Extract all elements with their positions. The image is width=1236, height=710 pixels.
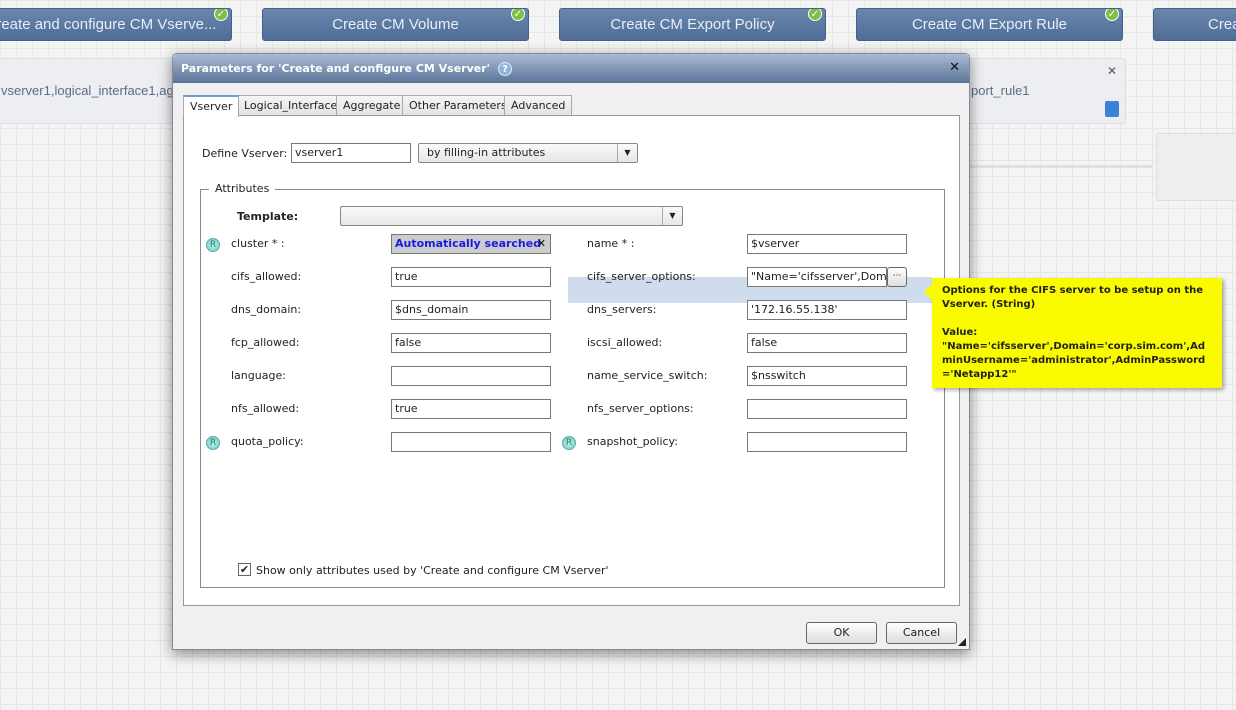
- field-input[interactable]: true: [391, 267, 551, 287]
- workflow-step-create-export-rule[interactable]: Create CM Export Rule ✓: [856, 8, 1123, 41]
- field-label: quota_policy:: [231, 435, 304, 448]
- done-check-icon: ✓: [808, 9, 822, 21]
- show-only-checkbox[interactable]: ✔: [238, 563, 251, 576]
- remove-icon[interactable]: ✕: [1107, 64, 1117, 78]
- field-label: cifs_server_options:: [587, 270, 696, 283]
- dialog-title-bar: Parameters for 'Create and configure CM …: [173, 54, 969, 83]
- field-input[interactable]: $vserver: [747, 234, 907, 254]
- help-icon[interactable]: ?: [498, 61, 513, 76]
- vserver-tab-panel: Define Vserver: vserver1 by filling-in a…: [183, 115, 960, 606]
- done-check-icon: ✓: [511, 9, 525, 21]
- define-vserver-input[interactable]: vserver1: [291, 143, 411, 163]
- workflow-step-create-volume[interactable]: Create CM Volume ✓: [262, 8, 529, 41]
- chevron-down-icon: ▼: [662, 207, 682, 225]
- field-tooltip: Options for the CIFS server to be setup …: [924, 278, 1222, 388]
- done-check-icon: ✓: [1105, 9, 1119, 21]
- field-label: snapshot_policy:: [587, 435, 678, 448]
- field-input[interactable]: true: [391, 399, 551, 419]
- edit-document-icon[interactable]: [1105, 101, 1119, 117]
- workflow-card-left[interactable]: vserver1,logical_interface1,aggre: [0, 58, 193, 124]
- chevron-down-icon: ▼: [617, 144, 637, 162]
- workflow-step-create-vserver[interactable]: Create and configure CM Vserve... ✓: [0, 8, 232, 41]
- resolved-icon: R: [206, 238, 220, 252]
- field-label: dns_domain:: [231, 303, 302, 316]
- cancel-button[interactable]: Cancel: [886, 622, 957, 644]
- ellipsis-button[interactable]: ···: [887, 267, 907, 287]
- field-input[interactable]: false: [747, 333, 907, 353]
- field-label: dns_servers:: [587, 303, 657, 316]
- field-input[interactable]: $nsswitch: [747, 366, 907, 386]
- tab-logical-interface[interactable]: Logical_Interface: [237, 95, 345, 116]
- resolved-icon: R: [206, 436, 220, 450]
- resize-grip-icon[interactable]: [958, 638, 966, 646]
- field-label: nfs_server_options:: [587, 402, 694, 415]
- field-input[interactable]: [747, 432, 907, 452]
- workflow-step-create-export-policy[interactable]: Create CM Export Policy ✓: [559, 8, 826, 41]
- field-input[interactable]: Automatically searched ✕: [391, 234, 551, 254]
- workflow-step-next[interactable]: Crea: [1153, 8, 1236, 41]
- define-mode-select[interactable]: by filling-in attributes ▼: [418, 143, 638, 163]
- connector-arrow: [960, 165, 1152, 168]
- field-label: fcp_allowed:: [231, 336, 300, 349]
- done-check-icon: ✓: [214, 9, 228, 21]
- field-label: language:: [231, 369, 286, 382]
- field-label: cluster * :: [231, 237, 285, 250]
- field-label: name_service_switch:: [587, 369, 708, 382]
- tab-aggregate[interactable]: Aggregate: [336, 95, 408, 116]
- clear-icon[interactable]: ✕: [537, 235, 546, 253]
- tab-other-parameters[interactable]: Other Parameters: [402, 95, 514, 116]
- field-label: name * :: [587, 237, 635, 250]
- field-input[interactable]: [391, 366, 551, 386]
- field-label: iscsi_allowed:: [587, 336, 663, 349]
- field-input[interactable]: [747, 399, 907, 419]
- field-input[interactable]: '172.16.55.138': [747, 300, 907, 320]
- field-label: nfs_allowed:: [231, 402, 300, 415]
- attributes-fieldset: Attributes Template: ▼ Rcluster * : Autom…: [200, 182, 945, 588]
- tab-vserver[interactable]: Vserver: [183, 95, 240, 117]
- field-label: cifs_allowed:: [231, 270, 302, 283]
- resolved-icon: R: [562, 436, 576, 450]
- tab-advanced[interactable]: Advanced: [504, 95, 573, 116]
- workflow-card-next[interactable]: [1156, 133, 1236, 201]
- template-select[interactable]: ▼: [340, 206, 683, 226]
- tooltip-pointer: [924, 284, 932, 300]
- field-input[interactable]: [391, 432, 551, 452]
- field-input[interactable]: $dns_domain: [391, 300, 551, 320]
- ok-button[interactable]: OK: [806, 622, 877, 644]
- field-input[interactable]: false: [391, 333, 551, 353]
- close-icon[interactable]: ✕: [949, 60, 960, 75]
- field-input[interactable]: "Name='cifsserver',Domain='corp.sim.com'…: [747, 267, 887, 287]
- parameters-dialog: Parameters for 'Create and configure CM …: [172, 53, 970, 650]
